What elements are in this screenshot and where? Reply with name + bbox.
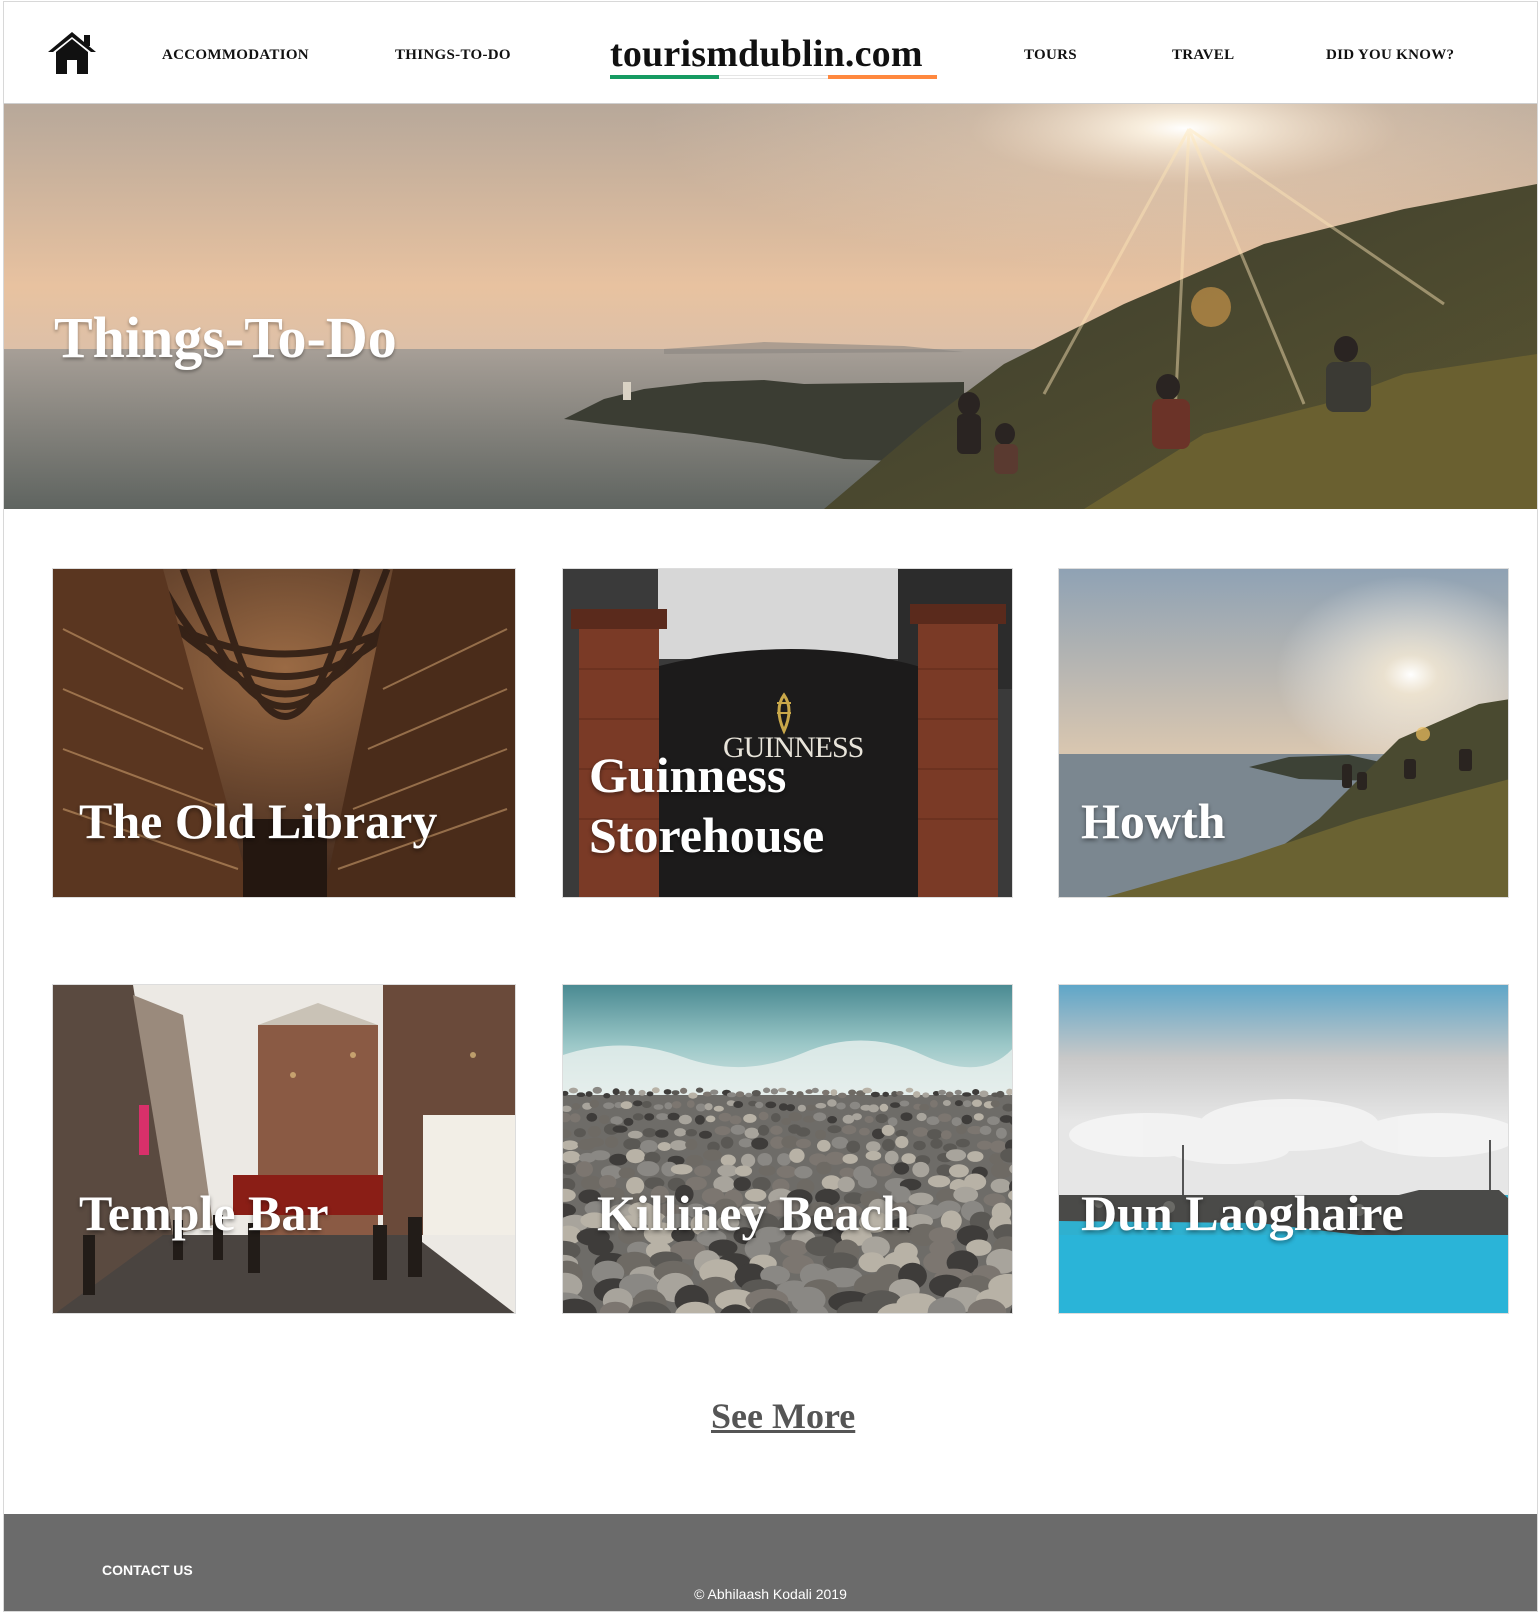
killiney-beach-image [563,985,1012,1313]
card-title-howth: Howth [1081,793,1226,849]
site-footer: CONTACT US © Abhilaash Kodali 2019 [4,1514,1537,1611]
card-howth[interactable]: Howth [1058,568,1509,898]
temple-bar-image [53,985,515,1313]
card-title-temple-bar: Temple Bar [79,1185,329,1241]
nav-tours[interactable]: TOURS [1024,47,1077,64]
card-guinness-storehouse[interactable]: GUINNESS Guinness Storehouse [562,568,1013,898]
card-killiney-beach[interactable]: Killiney Beach [562,984,1013,1314]
site-header: ACCOMMODATION THINGS-TO-DO tourismdublin… [4,2,1537,104]
copyright-text: © Abhilaash Kodali 2019 [694,1586,847,1602]
nav-travel[interactable]: TRAVEL [1172,47,1234,64]
home-icon[interactable] [46,30,98,76]
nav-things-to-do[interactable]: THINGS-TO-DO [395,47,511,64]
site-logo[interactable]: tourismdublin.com [610,32,923,76]
card-title-guinness-storehouse: Guinness Storehouse [589,747,825,863]
card-title-killiney-beach: Killiney Beach [597,1185,910,1241]
see-more-link[interactable]: See More [711,1395,855,1437]
dun-laoghaire-image [1059,985,1508,1313]
page: ACCOMMODATION THINGS-TO-DO tourismdublin… [3,1,1538,1612]
card-dun-laoghaire[interactable]: Dun Laoghaire [1058,984,1509,1314]
contact-us-link[interactable]: CONTACT US [102,1562,193,1578]
card-title-old-library: The Old Library [79,793,438,849]
card-temple-bar[interactable]: Temple Bar [52,984,516,1314]
nav-did-you-know[interactable]: DID YOU KNOW? [1326,47,1454,64]
card-old-library[interactable]: The Old Library [52,568,516,898]
nav-accommodation[interactable]: ACCOMMODATION [162,47,309,64]
hero-banner: Things-To-Do [4,104,1537,509]
irish-flag-underline [610,75,937,79]
hero-title: Things-To-Do [54,305,397,370]
card-title-dun-laoghaire: Dun Laoghaire [1081,1185,1404,1241]
